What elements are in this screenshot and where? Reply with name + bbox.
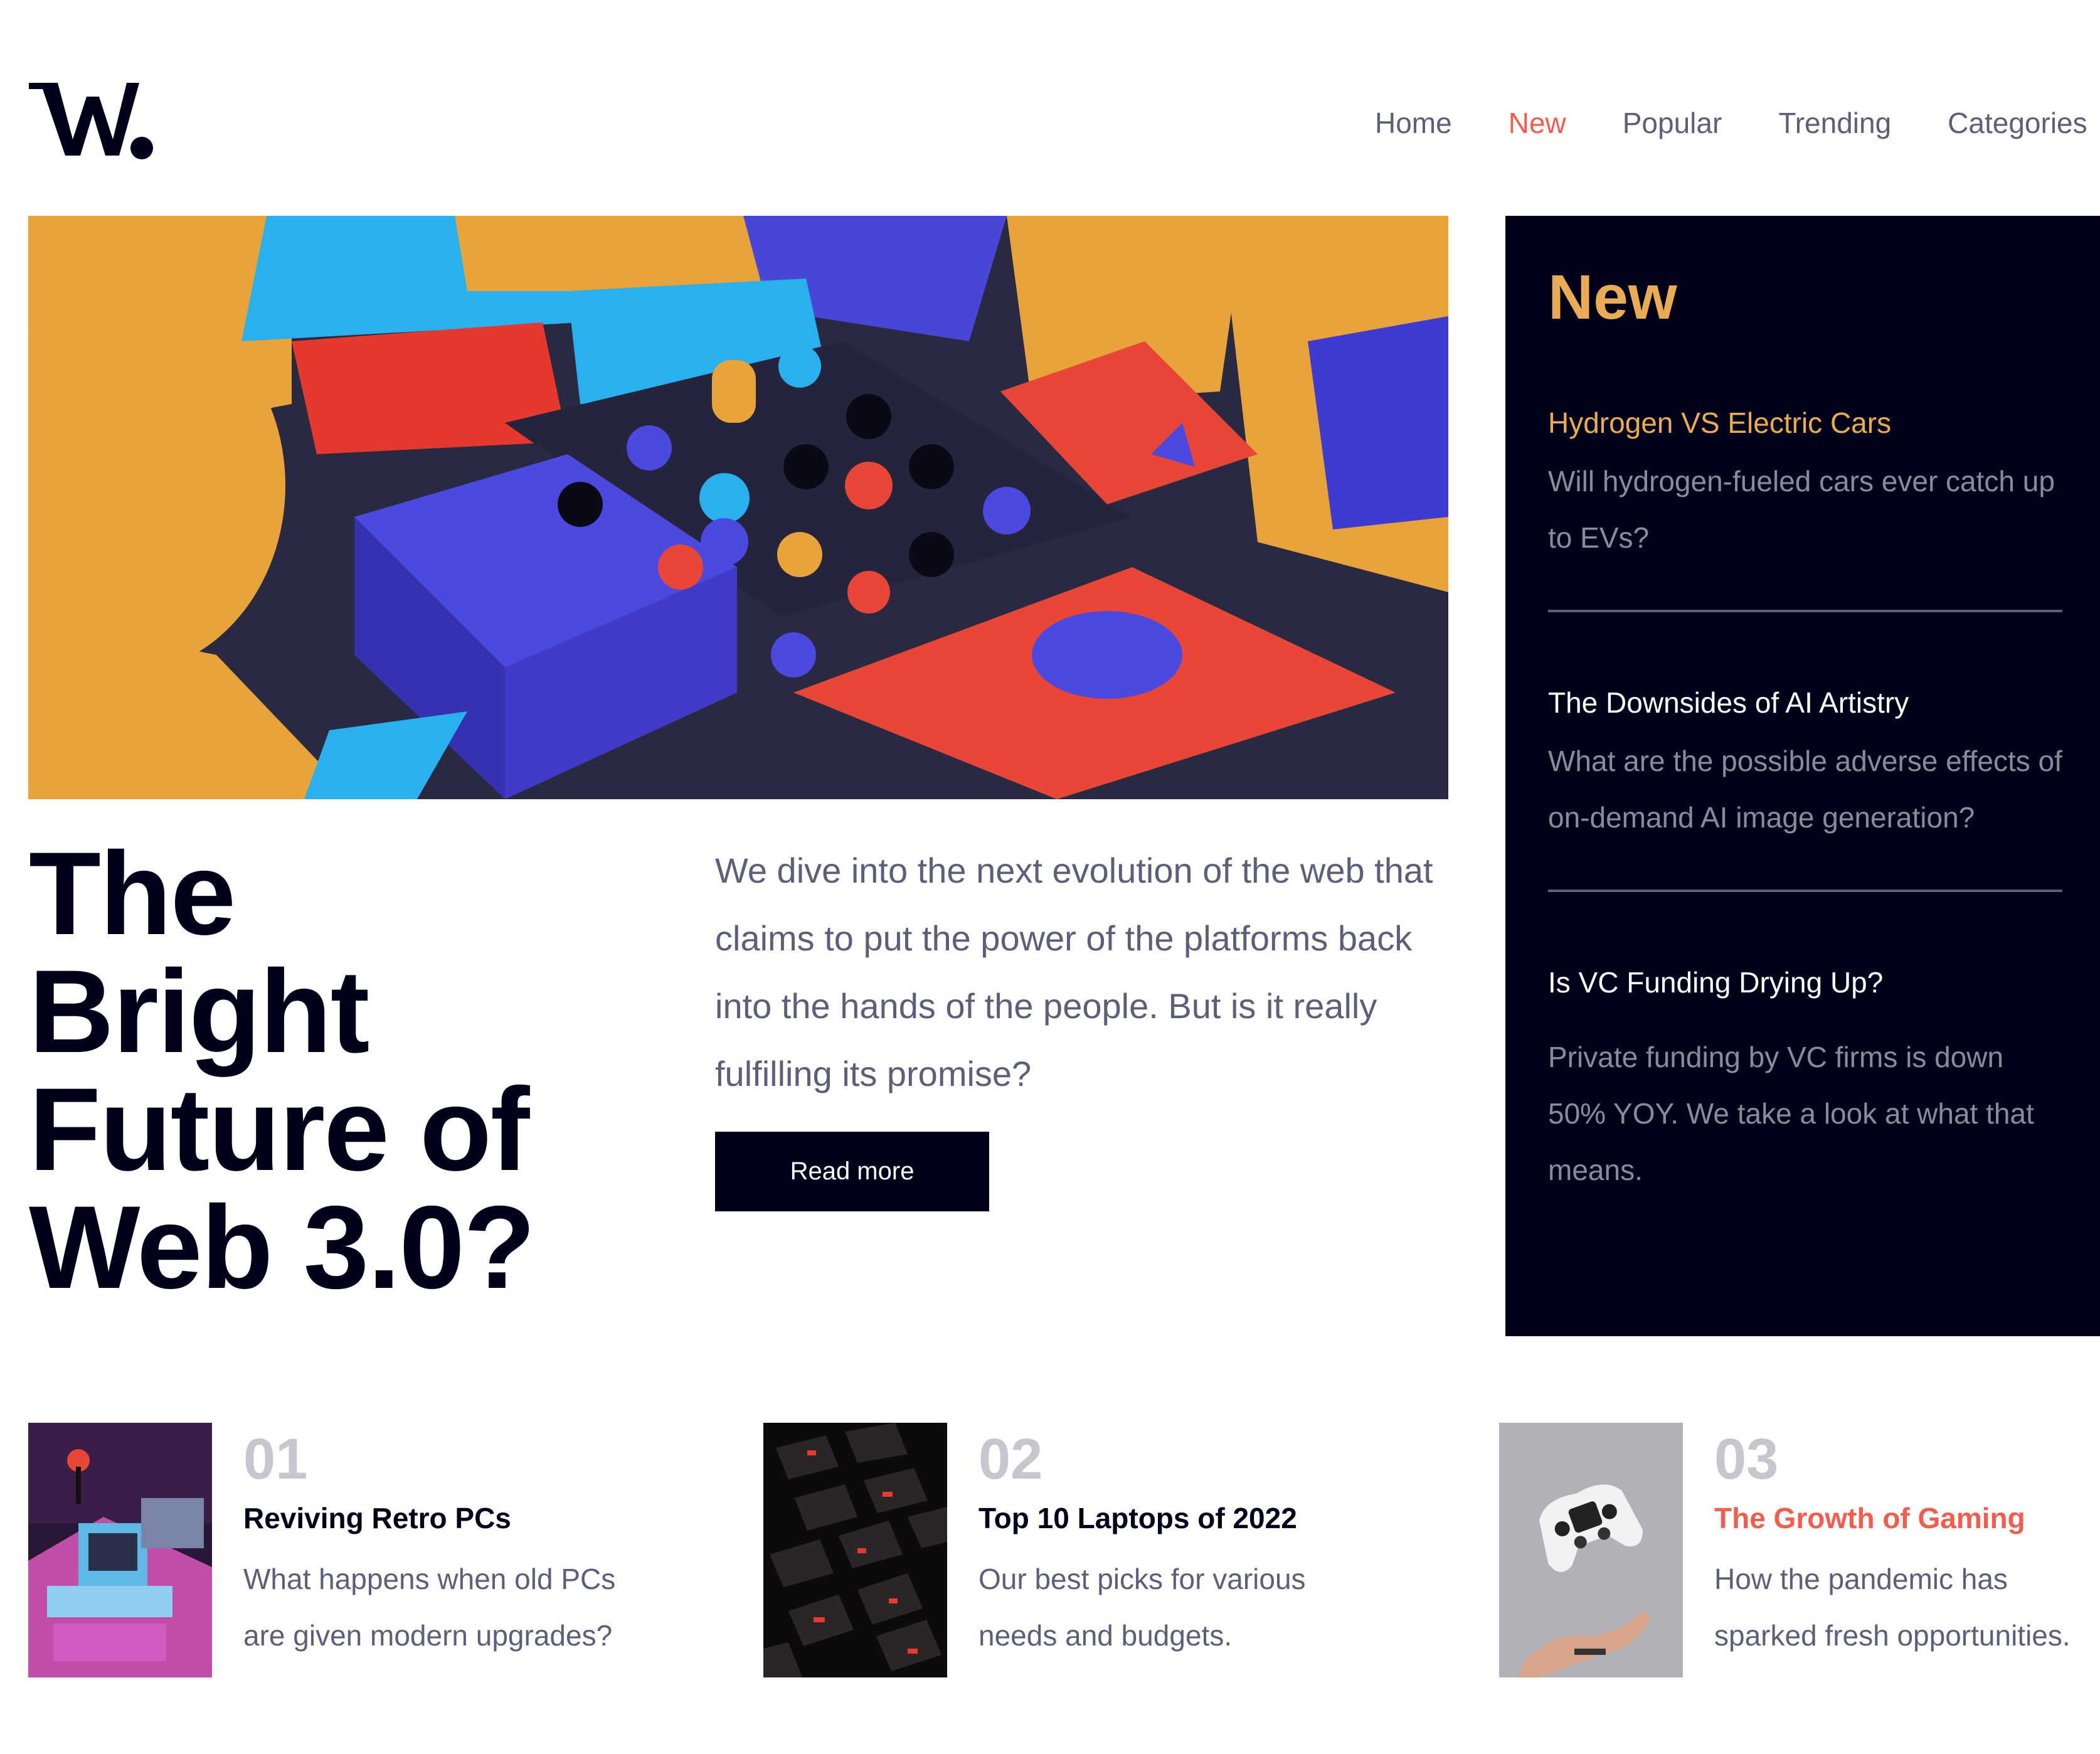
hero-title-line: Future of — [29, 1063, 530, 1195]
card-title[interactable]: The Growth of Gaming — [1714, 1499, 2071, 1537]
card-body: 02 Top 10 Laptops of 2022 Our best picks… — [978, 1423, 1306, 1677]
nav-popular[interactable]: Popular — [1623, 103, 1722, 143]
game-controller-image — [1499, 1423, 1683, 1677]
nav-categories[interactable]: Categories — [1948, 103, 2087, 143]
card-description-line: sparked fresh opportunities. — [1714, 1619, 2071, 1652]
nav-trending[interactable]: Trending — [1778, 103, 1891, 143]
sidebar-item-vc-funding[interactable]: Is VC Funding Drying Up? Private funding… — [1548, 964, 2062, 1198]
sidebar-item-description: What are the possible adverse effects of… — [1548, 745, 2062, 834]
sidebar-item-ai-artistry[interactable]: The Downsides of AI Artistry What are th… — [1548, 684, 2062, 846]
card-description-line: What happens when old PCs — [243, 1563, 616, 1595]
main-nav: Home New Popular Trending Categories — [1375, 103, 2100, 143]
hero-image — [28, 216, 1448, 799]
card-number: 01 — [243, 1427, 308, 1491]
card-description: How the pandemic has sparked fresh oppor… — [1714, 1551, 2071, 1664]
article-card-gaming[interactable]: 03 The Growth of Gaming How the pandemic… — [1499, 1423, 2071, 1677]
card-description: What happens when old PCs are given mode… — [243, 1551, 615, 1664]
hero-description: We dive into the next evolution of the w… — [715, 851, 1433, 1093]
sidebar-divider — [1548, 610, 2062, 612]
sidebar-item-title[interactable]: Is VC Funding Drying Up? — [1548, 964, 2062, 1001]
page: Home New Popular Trending Categories The… — [0, 0, 2100, 1754]
card-description-line: are given modern upgrades? — [243, 1619, 613, 1652]
hero-title: The Bright Future of Web 3.0? — [29, 834, 656, 1306]
card-body: 03 The Growth of Gaming How the pandemic… — [1714, 1423, 2071, 1677]
card-body: 01 Reviving Retro PCs What happens when … — [243, 1423, 615, 1677]
laptop-keyboard-image — [763, 1423, 947, 1677]
nav-home[interactable]: Home — [1375, 103, 1452, 143]
card-description-line: needs and budgets. — [978, 1619, 1233, 1652]
card-description-line: How the pandemic has — [1714, 1563, 2008, 1595]
card-number: 02 — [978, 1427, 1043, 1491]
article-card-laptops[interactable]: 02 Top 10 Laptops of 2022 Our best picks… — [763, 1423, 1306, 1677]
sidebar-item-description: Will hydrogen-fueled cars ever catch up … — [1548, 465, 2055, 554]
hero-title-line: Bright — [29, 945, 369, 1077]
article-card-retro-pcs[interactable]: 01 Reviving Retro PCs What happens when … — [28, 1423, 615, 1677]
sidebar-item-description: Private funding by VC firms is down 50% … — [1548, 1041, 2034, 1186]
sidebar-item-title[interactable]: The Downsides of AI Artistry — [1548, 684, 2062, 721]
card-title[interactable]: Top 10 Laptops of 2022 — [978, 1499, 1306, 1537]
card-number: 03 — [1714, 1427, 1779, 1491]
new-sidebar: New Hydrogen VS Electric Cars Will hydro… — [1505, 216, 2100, 1336]
nav-new[interactable]: New — [1509, 103, 1566, 143]
sidebar-divider — [1548, 890, 2062, 892]
retro-pc-image — [28, 1423, 212, 1677]
w-logo[interactable] — [29, 78, 154, 162]
hero-title-line: The — [29, 827, 236, 959]
sidebar-item-hydrogen[interactable]: Hydrogen VS Electric Cars Will hydrogen-… — [1548, 404, 2062, 566]
read-more-button[interactable]: Read more — [715, 1132, 989, 1211]
hero-title-line: Web 3.0? — [29, 1181, 536, 1313]
sidebar-item-title[interactable]: Hydrogen VS Electric Cars — [1548, 404, 2062, 442]
sidebar-heading: New — [1548, 262, 1677, 332]
card-description: Our best picks for various needs and bud… — [978, 1551, 1306, 1664]
card-description-line: Our best picks for various — [978, 1563, 1306, 1595]
card-title[interactable]: Reviving Retro PCs — [243, 1499, 615, 1537]
